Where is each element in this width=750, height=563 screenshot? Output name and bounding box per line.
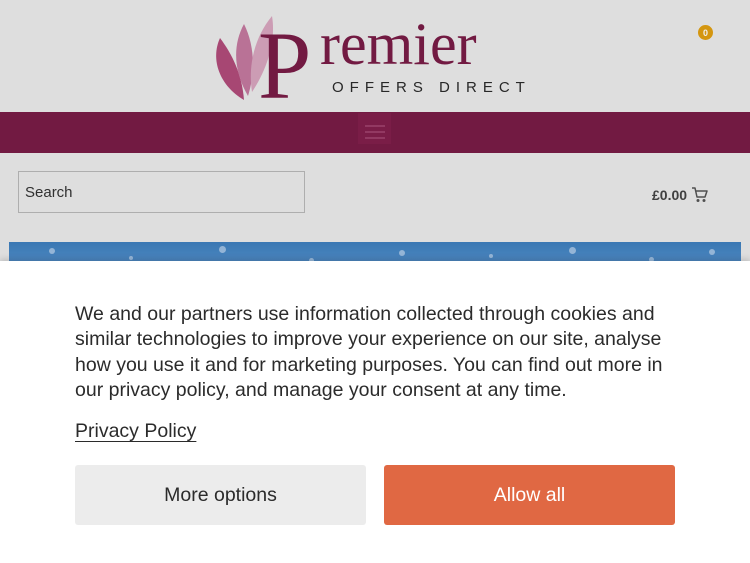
consent-message: We and our partners use information coll… (75, 303, 663, 401)
menu-toggle-button[interactable] (358, 113, 391, 144)
cart-link[interactable]: £0.00 (652, 181, 709, 209)
privacy-policy-link[interactable]: Privacy Policy (75, 420, 196, 443)
cookie-consent-banner: We and our partners use information coll… (0, 261, 750, 563)
site-header: P remier OFFERS DIRECT (0, 0, 750, 112)
site-logo[interactable]: P remier OFFERS DIRECT (210, 8, 540, 104)
cart-count-badge: 0 (698, 25, 713, 40)
logo-letter-p: P (258, 12, 311, 104)
main-nav-bar (0, 112, 750, 153)
logo-tagline: OFFERS DIRECT (332, 79, 531, 96)
more-options-button[interactable]: More options (75, 465, 366, 525)
search-input[interactable] (18, 171, 305, 213)
shopping-cart-icon (692, 187, 708, 202)
hamburger-menu-icon (364, 125, 385, 139)
premier-logo-graphic: P remier OFFERS DIRECT (216, 11, 531, 104)
allow-all-button[interactable]: Allow all (384, 465, 675, 525)
cart-total: £0.00 (652, 187, 688, 203)
logo-word: remier (320, 11, 477, 77)
